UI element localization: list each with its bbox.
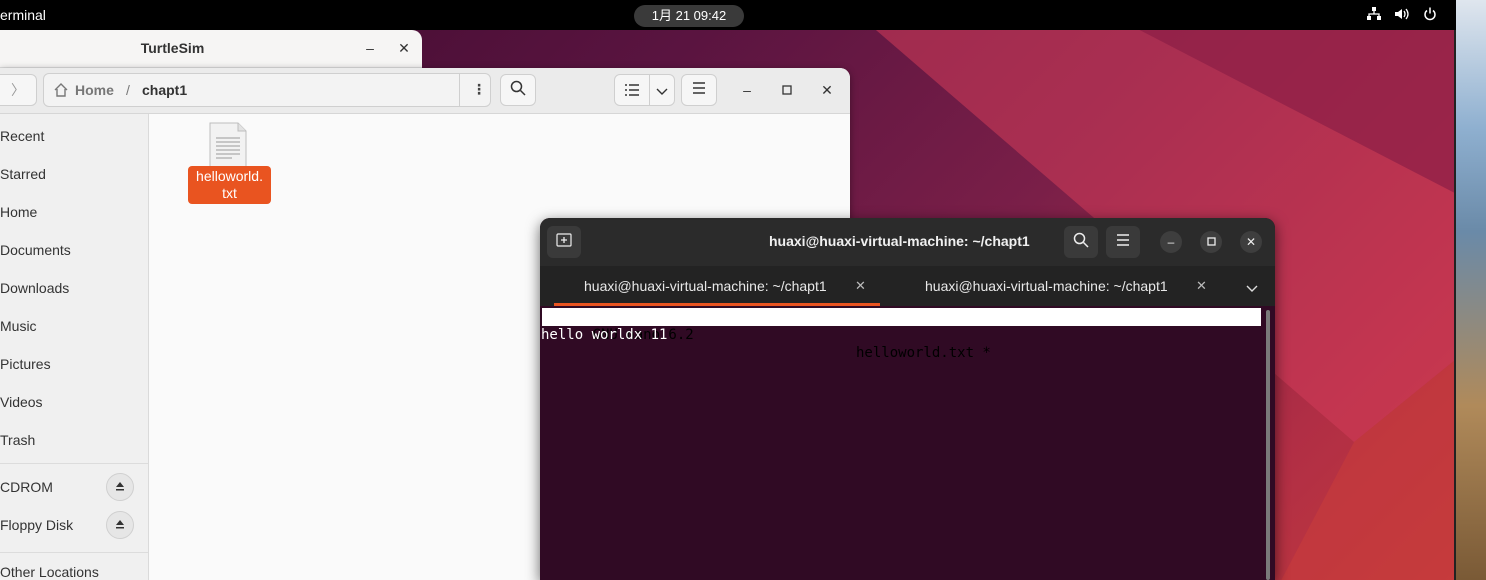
eject-button[interactable] bbox=[106, 511, 134, 539]
forward-button[interactable]: 〉 bbox=[0, 74, 37, 106]
screen-divider bbox=[1454, 0, 1456, 580]
sidebar-item-floppy[interactable]: Floppy Disk bbox=[0, 517, 73, 533]
volume-icon[interactable] bbox=[1394, 6, 1410, 22]
chevron-down-icon[interactable] bbox=[656, 84, 668, 102]
second-monitor-wallpaper bbox=[1456, 0, 1486, 580]
eject-icon bbox=[115, 478, 125, 496]
minimize-icon: – bbox=[743, 82, 751, 98]
text-file-icon bbox=[209, 122, 247, 168]
sidebar-item-downloads[interactable]: Downloads bbox=[0, 280, 69, 296]
power-icon[interactable] bbox=[1422, 6, 1438, 22]
minimize-button[interactable]: – bbox=[1160, 231, 1182, 253]
close-button[interactable]: ✕ bbox=[393, 37, 415, 59]
minimize-button[interactable]: – bbox=[359, 37, 381, 59]
tab-terminal-2[interactable]: huaxi@huaxi-virtual-machine: ~/chapt1 bbox=[925, 266, 1168, 306]
search-button[interactable] bbox=[500, 74, 536, 106]
divider bbox=[459, 74, 460, 106]
maximize-button[interactable] bbox=[1200, 231, 1222, 253]
terminal-tab-bar: huaxi@huaxi-virtual-machine: ~/chapt1 ✕ … bbox=[540, 266, 1275, 306]
sidebar-item-recent[interactable]: Recent bbox=[0, 128, 44, 144]
close-icon: ✕ bbox=[1245, 235, 1257, 249]
sidebar-item-home[interactable]: Home bbox=[0, 204, 37, 220]
divider bbox=[649, 75, 650, 105]
hamburger-icon bbox=[1116, 233, 1130, 251]
nano-filename: helloworld.txt * bbox=[856, 345, 991, 361]
chevron-down-icon[interactable] bbox=[1246, 281, 1258, 299]
active-app-name[interactable]: erminal bbox=[0, 7, 46, 23]
close-tab-icon[interactable]: ✕ bbox=[1196, 266, 1207, 306]
file-name-line: helloworld. bbox=[196, 168, 263, 184]
path-bar[interactable]: Home / chapt1 ⋮ bbox=[43, 73, 491, 107]
minimize-icon: – bbox=[1167, 235, 1175, 249]
divider bbox=[0, 463, 148, 464]
turtlesim-window[interactable]: TurtleSim – ✕ bbox=[0, 30, 422, 68]
breadcrumb-separator: / bbox=[126, 82, 130, 98]
chevron-right-icon: 〉 bbox=[11, 82, 25, 98]
search-button[interactable] bbox=[1064, 226, 1098, 258]
search-icon bbox=[510, 80, 526, 101]
close-button[interactable]: ✕ bbox=[1240, 231, 1262, 253]
sidebar-item-other-locations[interactable]: Other Locations bbox=[0, 564, 99, 580]
more-options-icon[interactable]: ⋮ bbox=[472, 81, 486, 98]
breadcrumb-current[interactable]: chapt1 bbox=[142, 82, 187, 98]
window-title: huaxi@huaxi-virtual-machine: ~/chapt1 bbox=[769, 233, 1030, 249]
menu-button[interactable] bbox=[681, 74, 717, 106]
new-tab-icon bbox=[556, 232, 572, 252]
close-button[interactable]: ✕ bbox=[817, 80, 837, 100]
sidebar-item-documents[interactable]: Documents bbox=[0, 242, 71, 258]
minimize-button[interactable]: – bbox=[737, 80, 757, 100]
terminal-content[interactable]: hello worldx 11 bbox=[541, 327, 667, 343]
scrollbar[interactable] bbox=[1266, 310, 1270, 580]
eject-button[interactable] bbox=[106, 473, 134, 501]
terminal-window[interactable]: huaxi@huaxi-virtual-machine: ~/chapt1 – … bbox=[540, 218, 1275, 580]
new-tab-button[interactable] bbox=[547, 226, 581, 258]
window-title: TurtleSim bbox=[140, 40, 205, 56]
sidebar-item-cdrom[interactable]: CDROM bbox=[0, 479, 53, 495]
places-sidebar: Recent Starred Home Documents Downloads … bbox=[0, 114, 149, 580]
eject-icon bbox=[115, 516, 125, 534]
network-icon[interactable] bbox=[1366, 6, 1382, 22]
breadcrumb-home[interactable]: Home bbox=[75, 82, 114, 98]
divider bbox=[0, 552, 148, 553]
nano-title-bar: GNU nano 6.2 helloworld.txt * bbox=[542, 308, 1261, 361]
terminal-headerbar: huaxi@huaxi-virtual-machine: ~/chapt1 – … bbox=[540, 218, 1275, 266]
menu-button[interactable] bbox=[1106, 226, 1140, 258]
home-icon bbox=[53, 82, 69, 103]
search-icon bbox=[1073, 232, 1089, 253]
sidebar-item-music[interactable]: Music bbox=[0, 318, 37, 334]
sidebar-item-starred[interactable]: Starred bbox=[0, 166, 46, 182]
clock[interactable]: 1月 21 09:42 bbox=[634, 5, 744, 27]
sidebar-item-trash[interactable]: Trash bbox=[0, 432, 35, 448]
top-bar: erminal 1月 21 09:42 bbox=[0, 0, 1456, 30]
hamburger-icon bbox=[692, 81, 706, 99]
files-headerbar: 〉 Home / chapt1 ⋮ – ✕ bbox=[0, 68, 850, 114]
view-options-group[interactable] bbox=[614, 74, 675, 106]
close-tab-icon[interactable]: ✕ bbox=[855, 266, 866, 306]
active-tab-indicator bbox=[554, 303, 880, 306]
list-view-icon[interactable] bbox=[625, 83, 639, 102]
sidebar-item-pictures[interactable]: Pictures bbox=[0, 356, 51, 372]
tab-terminal-1[interactable]: huaxi@huaxi-virtual-machine: ~/chapt1 bbox=[584, 266, 827, 306]
sidebar-item-videos[interactable]: Videos bbox=[0, 394, 43, 410]
system-tray[interactable] bbox=[1366, 6, 1438, 22]
file-name[interactable]: helloworld. txt bbox=[188, 166, 271, 204]
maximize-icon bbox=[782, 82, 792, 98]
close-icon: ✕ bbox=[821, 82, 833, 98]
maximize-icon bbox=[1206, 235, 1216, 249]
maximize-button[interactable] bbox=[777, 80, 797, 100]
file-name-line: txt bbox=[222, 185, 237, 201]
